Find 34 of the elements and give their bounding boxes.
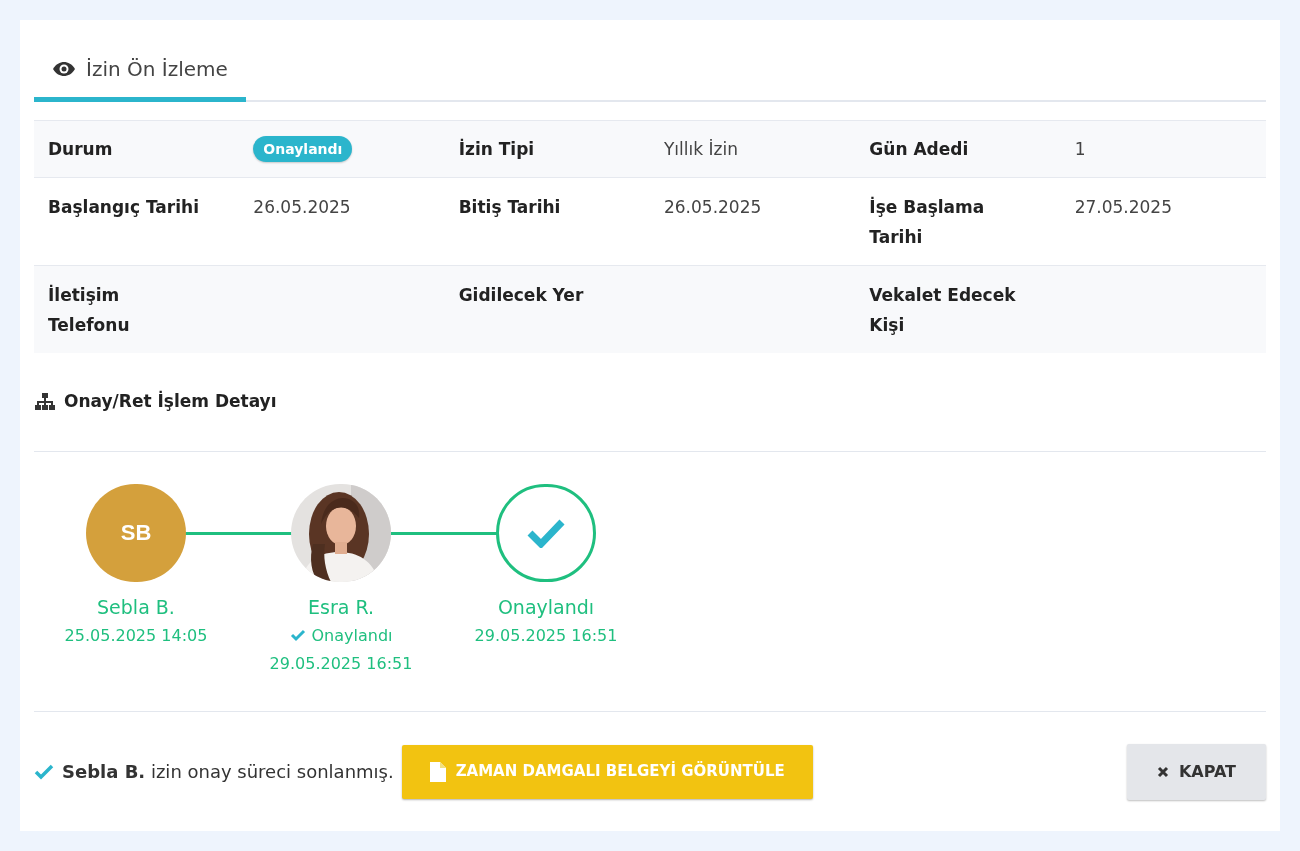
check-icon [34,763,54,780]
step-date: 29.05.2025 16:51 [269,652,413,675]
field-value: 26.05.2025 [664,197,762,217]
step-date: 29.05.2025 16:51 [474,624,618,647]
field-label: İletişim Telefonu [47,283,131,337]
document-icon [429,761,446,782]
field-label: İşe Başlama Tarihi [868,195,986,249]
check-icon [526,517,566,548]
check-icon [289,629,306,642]
step-status: Onaylandı [311,624,393,647]
field-value: 27.05.2025 [1074,197,1172,217]
step-name: Onaylandı [497,594,595,620]
status-badge: Onaylandı [253,136,353,162]
step-name: Esra R. [308,594,374,620]
field-value: 26.05.2025 [253,197,351,217]
field-label: Gün Adedi [868,138,970,161]
field-label: Vekalet Edecek Kişi [868,284,1017,337]
field-value: 1 [1074,138,1086,159]
field-label: Durum [47,138,114,161]
section-title: Onay/Ret İşlem Detayı [64,389,277,413]
sitemap-icon [34,392,56,411]
step-name: Sebla B. [97,594,175,620]
close-icon [1156,765,1169,778]
field-label: İzin Tipi [457,137,536,161]
tab[interactable]: İzin Ön İzleme [34,40,246,102]
close-button[interactable]: KAPAT [1126,743,1266,800]
step-date: 25.05.2025 14:05 [64,624,208,647]
field-label: Bitiş Tarihi [457,196,562,219]
eye-icon [52,60,76,77]
completion-message: Sebla B. izin onay süreci sonlanmış. [62,760,394,784]
field-value: Yıllık İzin [664,138,738,159]
initials-avatar: SB [86,483,186,582]
field-label: Başlangıç Tarihi [47,196,200,219]
field-label: Gidilecek Yer [457,284,585,307]
